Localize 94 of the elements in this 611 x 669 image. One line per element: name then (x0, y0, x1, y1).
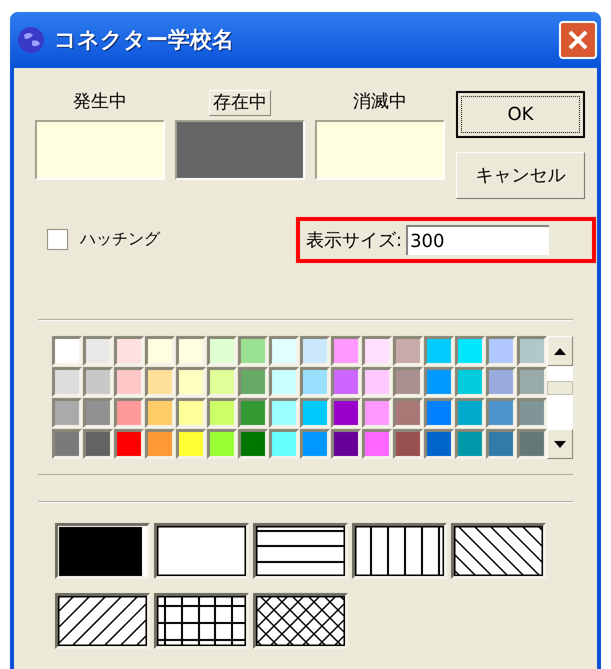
color-swatch[interactable] (176, 398, 206, 428)
color-swatch[interactable] (269, 429, 299, 459)
color-swatch[interactable] (145, 429, 175, 459)
color-swatch[interactable] (517, 398, 547, 428)
hatch-pattern-swatch[interactable] (451, 523, 546, 579)
color-swatch[interactable] (114, 367, 144, 397)
size-label: 表示サイズ: (306, 228, 402, 252)
color-swatch[interactable] (238, 398, 268, 428)
color-swatch[interactable] (35, 120, 165, 180)
color-swatch[interactable] (300, 398, 330, 428)
color-swatch[interactable] (424, 336, 454, 366)
color-swatch[interactable] (52, 367, 82, 397)
color-swatch[interactable] (486, 367, 516, 397)
color-swatch[interactable] (486, 398, 516, 428)
state-label[interactable]: 発生中 (73, 90, 127, 116)
color-swatch[interactable] (424, 429, 454, 459)
color-swatch[interactable] (238, 429, 268, 459)
color-swatch[interactable] (83, 429, 113, 459)
color-swatch[interactable] (207, 367, 237, 397)
state-label[interactable]: 消滅中 (353, 90, 407, 116)
color-swatch[interactable] (424, 367, 454, 397)
hatching-checkbox[interactable] (47, 228, 68, 250)
color-swatch[interactable] (207, 429, 237, 459)
up-arrow-icon (554, 348, 566, 354)
color-swatch[interactable] (207, 336, 237, 366)
color-swatch[interactable] (238, 367, 268, 397)
color-swatch[interactable] (145, 398, 175, 428)
close-button[interactable] (559, 21, 597, 59)
color-swatch[interactable] (145, 336, 175, 366)
state-tab[interactable]: 存在中 (209, 90, 271, 116)
color-swatch[interactable] (269, 398, 299, 428)
color-swatch[interactable] (83, 336, 113, 366)
color-swatch[interactable] (52, 429, 82, 459)
color-swatch[interactable] (517, 367, 547, 397)
color-swatch[interactable] (486, 429, 516, 459)
color-swatch[interactable] (331, 398, 361, 428)
dialog-button[interactable]: OK (456, 91, 585, 138)
hatch-pattern-swatch[interactable] (154, 523, 249, 579)
hatch-pattern-swatch[interactable] (55, 593, 150, 649)
color-swatch[interactable] (331, 429, 361, 459)
color-swatch[interactable] (238, 336, 268, 366)
color-swatch[interactable] (393, 336, 423, 366)
color-swatch[interactable] (455, 336, 485, 366)
color-swatch[interactable] (145, 367, 175, 397)
scroll-thumb[interactable] (547, 380, 573, 394)
globe-icon (16, 25, 46, 55)
color-swatch[interactable] (455, 398, 485, 428)
color-swatch[interactable] (114, 398, 144, 428)
color-swatch[interactable] (362, 429, 392, 459)
color-swatch[interactable] (393, 367, 423, 397)
color-swatch[interactable] (424, 398, 454, 428)
color-swatch[interactable] (114, 336, 144, 366)
dialog-button[interactable]: キャンセル (456, 152, 585, 199)
color-swatch[interactable] (269, 367, 299, 397)
hatch-pattern-swatch[interactable] (253, 523, 348, 579)
size-input-field[interactable]: 300 (406, 225, 550, 255)
color-swatch[interactable] (331, 367, 361, 397)
color-swatch[interactable] (300, 336, 330, 366)
color-swatch[interactable] (269, 336, 299, 366)
color-swatch[interactable] (52, 336, 82, 366)
scroll-down-button[interactable] (547, 429, 573, 459)
color-swatch[interactable] (83, 398, 113, 428)
color-swatch[interactable] (455, 429, 485, 459)
color-swatch[interactable] (52, 398, 82, 428)
color-swatch[interactable] (362, 336, 392, 366)
color-swatch[interactable] (393, 398, 423, 428)
color-swatch[interactable] (331, 336, 361, 366)
color-swatch[interactable] (300, 367, 330, 397)
color-swatch[interactable] (362, 398, 392, 428)
scroll-up-button[interactable] (547, 336, 573, 366)
color-swatch[interactable] (517, 336, 547, 366)
color-swatch[interactable] (315, 120, 445, 180)
color-swatch[interactable] (517, 429, 547, 459)
color-swatch[interactable] (176, 336, 206, 366)
color-swatch[interactable] (362, 367, 392, 397)
color-swatch[interactable] (176, 429, 206, 459)
color-swatch[interactable] (176, 367, 206, 397)
color-swatch[interactable] (175, 120, 305, 180)
color-swatch[interactable] (300, 429, 330, 459)
hatch-pattern-swatch[interactable] (352, 523, 447, 579)
window-title: コネクター学校名 (54, 26, 235, 54)
scrollbar[interactable] (547, 336, 573, 459)
hatch-pattern-swatch[interactable] (253, 593, 348, 649)
color-swatch[interactable] (455, 367, 485, 397)
checkbox-label: ハッチング (80, 228, 160, 250)
hatch-pattern-swatch[interactable] (55, 523, 150, 579)
color-swatch[interactable] (207, 398, 237, 428)
color-swatch[interactable] (83, 367, 113, 397)
color-swatch[interactable] (486, 336, 516, 366)
color-swatch[interactable] (114, 429, 144, 459)
close-icon (567, 29, 589, 51)
down-arrow-icon (554, 440, 566, 448)
color-swatch[interactable] (393, 429, 423, 459)
hatch-pattern-swatch[interactable] (154, 593, 249, 649)
